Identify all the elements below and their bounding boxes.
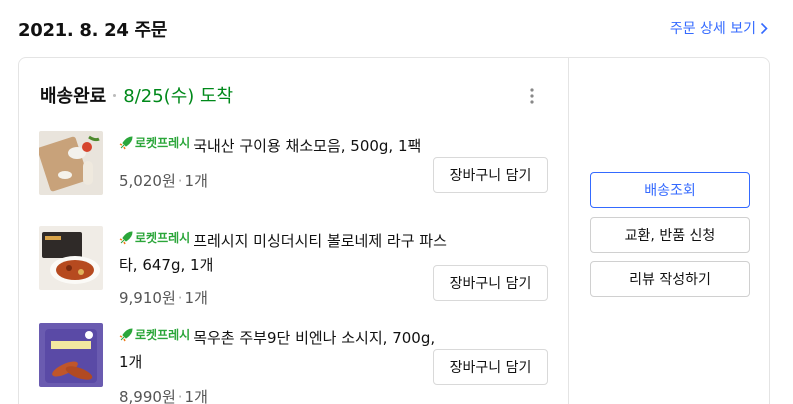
item-quantity: 1개 bbox=[184, 172, 208, 190]
card-divider bbox=[568, 58, 569, 404]
rocket-icon bbox=[119, 136, 133, 150]
item-quantity: 1개 bbox=[184, 289, 208, 307]
item-price-row: 5,020원 · 1개 bbox=[119, 170, 449, 191]
item-info: 로켓프레시 국내산 구이용 채소모음, 500g, 1팩 5,020원 · 1개 bbox=[119, 131, 449, 191]
track-delivery-button[interactable]: 배송조회 bbox=[590, 172, 750, 208]
badge-label: 로켓프레시 bbox=[135, 231, 191, 245]
item-price: 5,020원 bbox=[119, 172, 176, 190]
add-to-cart-button[interactable]: 장바구니 담기 bbox=[433, 157, 548, 193]
product-image-sausage[interactable] bbox=[39, 323, 103, 387]
order-date: 2021. 8. 24 주문 bbox=[18, 20, 168, 41]
rocket-fresh-badge: 로켓프레시 bbox=[119, 323, 190, 347]
order-header: 2021. 8. 24 주문 주문 상세 보기 bbox=[18, 14, 778, 42]
item-price-row: 9,910원 · 1개 bbox=[119, 287, 449, 308]
product-image-pasta[interactable] bbox=[39, 226, 103, 290]
item-price: 9,910원 bbox=[119, 289, 176, 307]
item-info: 로켓프레시 프레시지 미싱더시티 볼로네제 라구 파스타, 647g, 1개 9,… bbox=[119, 226, 449, 308]
order-detail-label: 주문 상세 보기 bbox=[669, 21, 756, 37]
chevron-right-icon bbox=[760, 22, 768, 34]
product-image-vegetables[interactable] bbox=[39, 131, 103, 195]
item-name[interactable]: 로켓프레시 목우촌 주부9단 비엔나 소시지, 700g, 1개 bbox=[119, 323, 449, 374]
rocket-fresh-badge: 로켓프레시 bbox=[119, 226, 190, 250]
rocket-fresh-badge: 로켓프레시 bbox=[119, 131, 190, 155]
order-detail-link[interactable]: 주문 상세 보기 bbox=[670, 18, 768, 38]
item-price-row: 8,990원 · 1개 bbox=[119, 386, 449, 404]
write-review-button[interactable]: 리뷰 작성하기 bbox=[590, 261, 750, 297]
order-card: 배송완료 8/25(수) 도착 로켓프레시 국내산 구이용 채소모음, 500g,… bbox=[18, 57, 770, 404]
price-separator: · bbox=[177, 172, 183, 190]
badge-label: 로켓프레시 bbox=[135, 136, 191, 150]
rocket-icon bbox=[119, 328, 133, 342]
item-name[interactable]: 로켓프레시 프레시지 미싱더시티 볼로네제 라구 파스타, 647g, 1개 bbox=[119, 226, 449, 277]
item-quantity: 1개 bbox=[184, 388, 208, 404]
add-to-cart-button[interactable]: 장바구니 담기 bbox=[433, 349, 548, 385]
item-name[interactable]: 로켓프레시 국내산 구이용 채소모음, 500g, 1팩 bbox=[119, 131, 449, 158]
item-info: 로켓프레시 목우촌 주부9단 비엔나 소시지, 700g, 1개 8,990원 · 1… bbox=[119, 323, 449, 404]
delivery-status: 배송완료 8/25(수) 도착 bbox=[40, 82, 233, 108]
item-price: 8,990원 bbox=[119, 388, 176, 404]
rocket-icon bbox=[119, 231, 133, 245]
add-to-cart-button[interactable]: 장바구니 담기 bbox=[433, 265, 548, 301]
arrival-date: 8/25(수) 도착 bbox=[123, 86, 234, 107]
more-vertical-icon[interactable] bbox=[522, 86, 542, 106]
status-title: 배송완료 bbox=[40, 86, 107, 107]
price-separator: · bbox=[177, 289, 183, 307]
item-name-text: 국내산 구이용 채소모음, 500g, 1팩 bbox=[193, 137, 422, 155]
badge-label: 로켓프레시 bbox=[135, 328, 191, 342]
exchange-return-button[interactable]: 교환, 반품 신청 bbox=[590, 217, 750, 253]
price-separator: · bbox=[177, 388, 183, 404]
status-separator bbox=[113, 93, 117, 97]
